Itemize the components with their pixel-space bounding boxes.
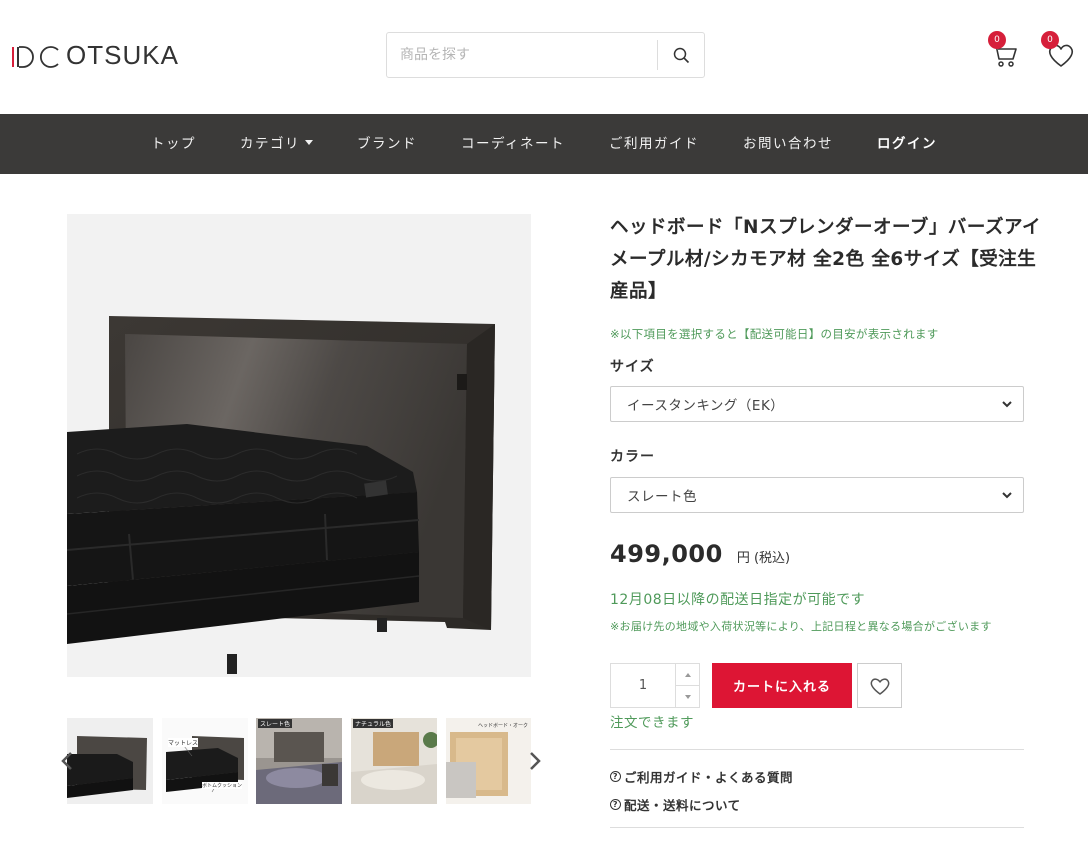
thumbnail-1[interactable] xyxy=(67,718,153,804)
divider-bottom xyxy=(610,827,1024,828)
thumbnail-carousel: マットレス ボトムクッション スレート色 ナチュラル色 ヘッドボード・オーク xyxy=(58,718,548,804)
price-value: 499,000 xyxy=(610,540,723,568)
nav-brand-label: ブランド xyxy=(356,136,417,152)
thumbnail-1-image xyxy=(67,718,153,804)
quantity-input[interactable] xyxy=(611,664,675,707)
add-to-cart-label: カートに入れる xyxy=(732,680,831,695)
thumbnail-5-image xyxy=(446,718,531,804)
chevron-right-icon xyxy=(530,752,541,770)
nav-guide[interactable]: ご利用ガイド xyxy=(587,114,721,174)
logo-text: OTSUKA xyxy=(66,39,179,70)
size-select-value: イースタンキング（EK） xyxy=(627,398,785,414)
select-note: ※以下項目を選択すると【配送可能日】の目安が表示されます xyxy=(610,327,939,341)
guide-faq-link[interactable]: ? ご利用ガイド・よくある質問 xyxy=(610,767,793,786)
favorites-button[interactable]: 0 xyxy=(1041,31,1079,72)
quantity-stepper xyxy=(610,663,700,708)
question-circle-icon: ? xyxy=(610,799,621,810)
nav-category-label: カテゴリ xyxy=(239,136,300,152)
nav-login[interactable]: ログイン xyxy=(855,114,959,174)
product-title: ヘッドボード「Nスプレンダーオーブ」バーズアイメープル材/シカモア材 全2色 全… xyxy=(610,217,1042,302)
quantity-decrease-button[interactable] xyxy=(676,685,699,707)
chevron-down-icon xyxy=(1002,492,1012,499)
favorites-count-badge: 0 xyxy=(1041,31,1059,49)
site-logo[interactable]: OTSUKA xyxy=(12,40,179,70)
thumbnail-2-sublabel: ボトムクッション xyxy=(202,782,243,789)
size-select[interactable]: イースタンキング（EK） xyxy=(610,386,1024,422)
cart-count-badge: 0 xyxy=(988,31,1006,49)
thumbnail-5[interactable]: ヘッドボード・オーク xyxy=(446,718,531,804)
divider-top xyxy=(610,749,1024,750)
price-unit: 円 (税込) xyxy=(736,551,791,566)
search-input[interactable] xyxy=(387,33,657,77)
size-label: サイズ xyxy=(610,359,655,375)
nav-top[interactable]: トップ xyxy=(129,114,218,174)
nav-coordinate-label: コーディネート xyxy=(460,136,566,152)
search-icon xyxy=(673,47,689,63)
question-circle-icon: ? xyxy=(610,771,621,782)
logo-mark xyxy=(12,40,60,71)
color-select[interactable]: スレート色 xyxy=(610,477,1024,513)
search-box xyxy=(386,32,705,78)
thumbnail-3-label: スレート色 xyxy=(258,719,293,728)
thumbnail-2-label: マットレス xyxy=(168,738,199,747)
heart-icon xyxy=(870,677,889,695)
search-button[interactable] xyxy=(658,33,704,77)
main-nav: トップ カテゴリ ブランド コーディネート ご利用ガイド お問い合わせ ログイン xyxy=(0,114,1088,174)
nav-top-label: トップ xyxy=(150,136,196,152)
nav-guide-label: ご利用ガイド xyxy=(609,136,700,152)
caret-up-icon xyxy=(684,672,691,677)
thumbnail-4-label: ナチュラル色 xyxy=(353,719,394,728)
nav-login-label: ログイン xyxy=(877,136,938,152)
add-to-cart-button[interactable]: カートに入れる xyxy=(712,663,852,708)
thumbnail-5-label: ヘッドボード・オーク xyxy=(478,723,529,729)
carousel-prev-button[interactable] xyxy=(58,746,76,776)
quantity-increase-button[interactable] xyxy=(676,664,699,685)
delivery-subnote: ※お届け先の地域や入荷状況等により、上記日程と異なる場合がございます xyxy=(610,620,992,633)
delivery-note: 12月08日以降の配送日指定が可能です xyxy=(610,592,866,608)
thumbnail-2-image xyxy=(162,718,248,804)
site-header: OTSUKA 0 0 xyxy=(0,0,1088,114)
thumbnail-4-image xyxy=(351,718,437,804)
nav-category[interactable]: カテゴリ xyxy=(218,114,335,174)
thumbnail-3[interactable]: スレート色 xyxy=(256,718,342,804)
cart-button[interactable]: 0 xyxy=(988,31,1024,72)
chevron-down-icon xyxy=(1002,401,1012,408)
carousel-next-button[interactable] xyxy=(526,746,544,776)
thumbnail-3-image xyxy=(256,718,342,804)
thumbnail-2[interactable]: マットレス ボトムクッション xyxy=(162,718,248,804)
guide-faq-link-label: ご利用ガイド・よくある質問 xyxy=(624,770,794,785)
headboard-photo xyxy=(67,214,531,677)
caret-down-icon xyxy=(684,694,691,699)
color-label: カラー xyxy=(610,449,655,465)
orderable-status: 注文できます xyxy=(610,715,694,731)
product-main-image[interactable] xyxy=(67,214,531,677)
quantity-spinner xyxy=(675,664,699,707)
nav-brand[interactable]: ブランド xyxy=(335,114,439,174)
price-block: 499,000 円 (税込) xyxy=(610,540,790,568)
nav-contact-label: お問い合わせ xyxy=(743,136,834,152)
caret-down-icon xyxy=(304,139,313,145)
nav-contact[interactable]: お問い合わせ xyxy=(721,114,855,174)
chevron-left-icon xyxy=(61,752,72,770)
color-select-value: スレート色 xyxy=(627,489,697,505)
shipping-link-label: 配送・送料について xyxy=(624,798,741,813)
nav-coordinate[interactable]: コーディネート xyxy=(439,114,587,174)
add-to-favorites-button[interactable] xyxy=(857,663,902,708)
thumbnail-4[interactable]: ナチュラル色 xyxy=(351,718,437,804)
shipping-link[interactable]: ? 配送・送料について xyxy=(610,795,741,814)
